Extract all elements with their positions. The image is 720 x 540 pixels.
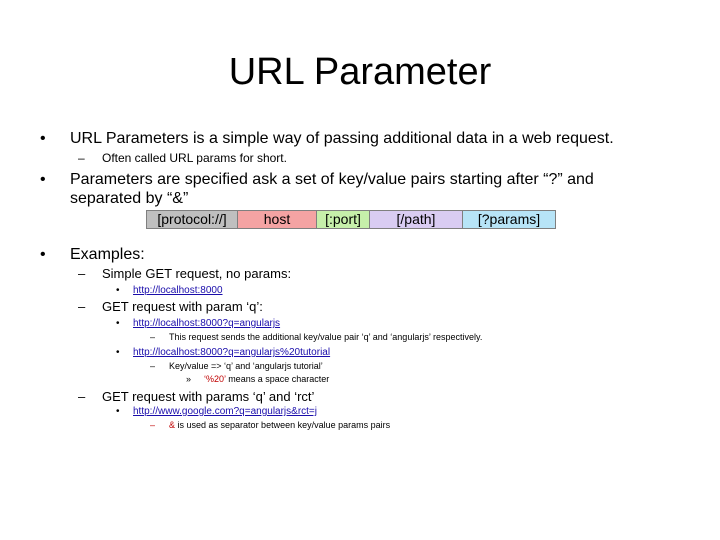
example-text: Simple GET request, no params: [102, 266, 292, 281]
example-link-row-q-angularjs-tutorial: • http://localhost:8000?q=angularjs%20tu… [116, 346, 330, 359]
highlight-percent-20: ‘%20’ [204, 374, 226, 384]
bullet-marker: • [116, 406, 120, 417]
link-localhost-q-angularjs-tutorial[interactable]: http://localhost:8000?q=angularjs%20tuto… [133, 346, 330, 359]
bullet-marker: • [116, 318, 120, 329]
bullet-examples: • Examples: [40, 245, 145, 264]
bullet-text: URL Parameters is a simple way of passin… [70, 130, 614, 147]
link-localhost-8000[interactable]: http://localhost:8000 [133, 284, 223, 297]
note-additional-key-value: – This request sends the additional key/… [150, 331, 482, 343]
bullet-marker: • [40, 171, 46, 188]
chevron-marker: » [186, 374, 192, 384]
dash-marker: – [78, 266, 86, 281]
note-text: is used as separator between key/value p… [175, 420, 391, 430]
example-text: GET request with param ‘q’: [102, 299, 263, 314]
bullet-url-parameters: • URL Parameters is a simple way of pass… [40, 129, 614, 148]
url-part-port: [:port] [316, 210, 369, 229]
example-text: GET request with params ‘q’ and ‘rct’ [102, 389, 315, 404]
dash-marker: – [78, 299, 86, 314]
example-get-param-q: – GET request with param ‘q’: [78, 299, 263, 315]
slide: URL Parameter • URL Parameters is a simp… [0, 0, 720, 540]
bullet-marker: • [40, 246, 46, 263]
sub-bullet-url-params-short: – Often called URL params for short. [78, 151, 287, 166]
dash-marker: – [150, 361, 156, 371]
note-text-container: & is used as separator between key/value… [169, 419, 390, 431]
link-localhost-q-angularjs[interactable]: http://localhost:8000?q=angularjs [133, 317, 280, 330]
bullet-marker: • [116, 347, 120, 358]
dash-marker: – [78, 389, 86, 404]
dash-marker: – [150, 420, 156, 430]
dash-marker: – [78, 151, 85, 165]
url-part-protocol: [protocol://] [146, 210, 237, 229]
dash-marker: – [150, 332, 156, 342]
note-ampersand-separator: – & is used as separator between key/val… [150, 419, 390, 431]
note-text: means a space character [225, 374, 330, 384]
example-link-row-google: • http://www.google.com?q=angularjs&rct=… [116, 405, 317, 418]
example-link-row-localhost: • http://localhost:8000 [116, 284, 223, 297]
bullet-marker: • [116, 285, 120, 296]
bullet-text: Examples: [70, 246, 145, 263]
slide-title: URL Parameter [228, 51, 492, 93]
url-structure-diagram: [protocol://] host [:port] [/path] [?par… [146, 210, 556, 229]
link-google-q-rct[interactable]: http://www.google.com?q=angularjs&rct=j [133, 405, 317, 418]
note-key-value-tutorial: – Key/value => ‘q’ and ‘angularjs tutori… [150, 360, 323, 372]
bullet-text-block: Parameters are specified ask a set of ke… [70, 170, 594, 208]
note-text-container: ‘%20’ means a space character [204, 373, 329, 385]
example-get-params-q-rct: – GET request with params ‘q’ and ‘rct’ [78, 389, 314, 405]
url-part-path: [/path] [369, 210, 462, 229]
sub-bullet-text: Often called URL params for short. [102, 151, 287, 165]
bullet-marker: • [40, 130, 46, 147]
bullet-text-line-2: separated by “&” [70, 190, 189, 207]
url-part-params: [?params] [462, 210, 556, 229]
note-text: This request sends the additional key/va… [169, 332, 483, 342]
example-simple-get: – Simple GET request, no params: [78, 266, 291, 282]
bullet-key-value-pairs: • Parameters are specified ask a set of … [40, 170, 594, 208]
url-part-host: host [237, 210, 316, 229]
note-percent-20-space: » ‘%20’ means a space character [186, 373, 329, 385]
bullet-text-line-1: Parameters are specified ask a set of ke… [70, 171, 594, 188]
example-link-row-q-angularjs: • http://localhost:8000?q=angularjs [116, 317, 280, 330]
note-text: Key/value => ‘q’ and ‘angularjs tutorial… [169, 361, 323, 371]
